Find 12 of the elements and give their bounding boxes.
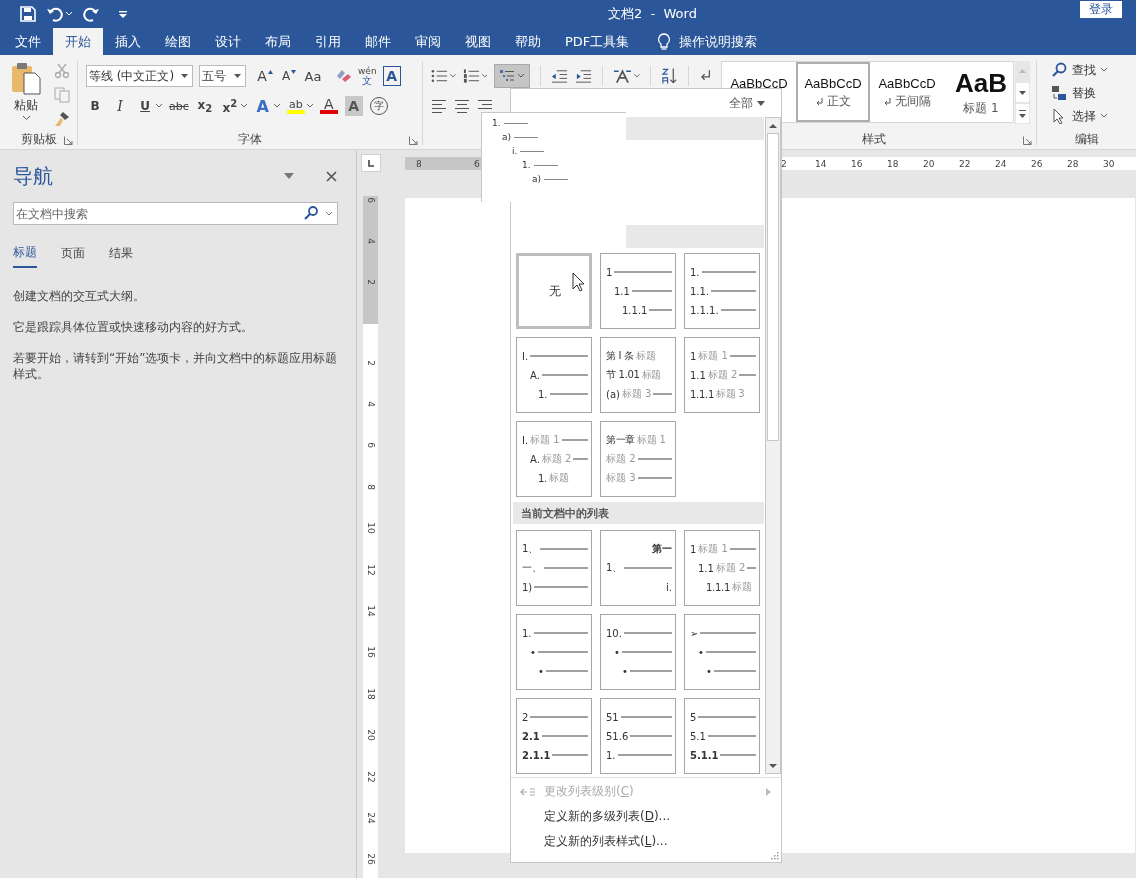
group-label: 字体 <box>238 130 262 148</box>
help-text: 它是跟踪具体位置或快速移动内容的好方式。 <box>13 319 254 335</box>
section-header: 当前文档中的列表 <box>513 502 764 524</box>
list-preview: 1. a) i. 1. a) <box>481 112 626 202</box>
group-label: 编辑 <box>1074 130 1099 148</box>
window-title: 文档2 - Word <box>608 5 697 23</box>
pane-title: 导航 <box>13 162 54 190</box>
help-text: 若要开始，请转到“开始”选项卡，并向文档中的标题应用标题样式。 <box>13 350 338 382</box>
group-label: 剪贴板 <box>20 130 57 148</box>
help-text: 创建文档的交互式大纲。 <box>13 288 146 304</box>
group-label: 样式 <box>862 130 886 148</box>
vertical-ruler: 6 4 2 2 4 6 8 10 12 14 16 18 20 22 24 26 <box>363 196 378 878</box>
